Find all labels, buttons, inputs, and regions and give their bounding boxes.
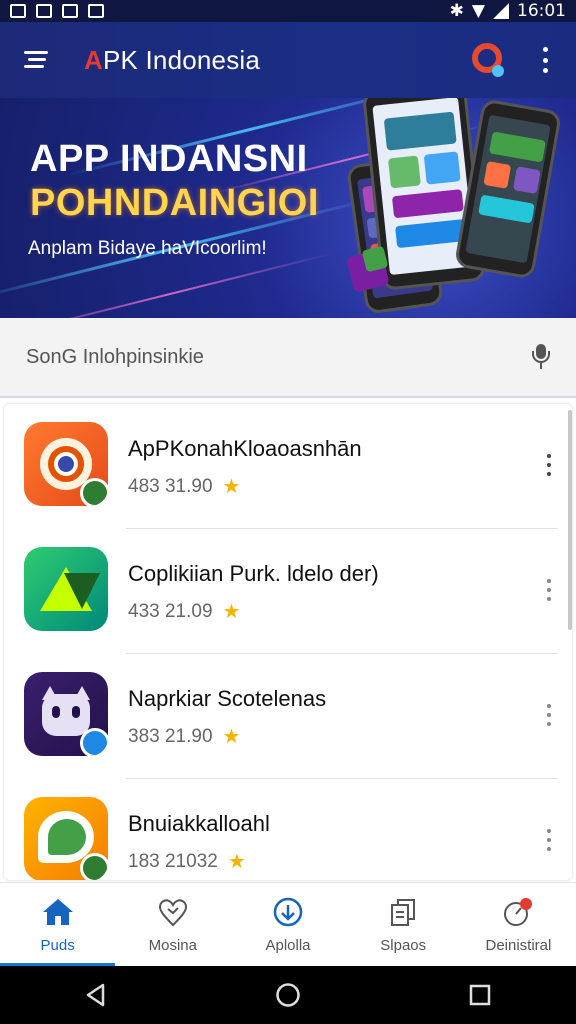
banner-headline-secondary: POHNDAINGIOI	[30, 182, 319, 224]
item-overflow-icon[interactable]	[546, 454, 552, 476]
gallery-notification-icon	[10, 4, 26, 18]
nav-item-home[interactable]: Puds	[0, 883, 116, 966]
copy-icon	[391, 899, 416, 926]
app-rating: 433 21.09 ★	[128, 600, 241, 624]
location-heart-icon	[158, 899, 187, 927]
app-rating: 183 21032 ★	[128, 850, 246, 874]
nav-item-mosina[interactable]: Mosina	[115, 883, 230, 966]
nav-label: Slpaos	[380, 937, 427, 954]
status-bar: ✱ ▼ 16:01	[0, 0, 576, 22]
list-scrollbar[interactable]	[568, 410, 572, 630]
media-notification-icon	[62, 4, 78, 18]
menu-icon[interactable]	[24, 49, 52, 71]
nav-label: Puds	[40, 937, 75, 954]
wifi-icon: ▼	[471, 1, 485, 21]
back-icon[interactable]	[83, 982, 109, 1008]
bottom-navigation: Puds Mosina Aplolla Slpaos Deinistiral	[0, 882, 576, 966]
list-item[interactable]: Bnuiakkalloahl 183 21032 ★	[4, 779, 564, 880]
nav-label: Deinistiral	[485, 937, 552, 954]
home-icon	[42, 899, 73, 925]
chrome-like-app-icon	[24, 422, 108, 506]
notification-compass-icon	[504, 898, 533, 926]
app-bar: APK Indonesia	[0, 22, 576, 98]
green-triangle-app-icon	[24, 547, 108, 631]
bluetooth-icon: ✱	[449, 1, 464, 21]
nav-item-aplolla[interactable]: Aplolla	[230, 883, 345, 966]
status-time: 16:01	[517, 1, 566, 21]
item-overflow-icon[interactable]	[546, 829, 552, 851]
app-list: ApPKonahKloaoasnhān 483 31.90 ★ Coplikiia…	[4, 404, 572, 880]
home-button-icon[interactable]	[275, 982, 301, 1008]
nav-item-deinistiral[interactable]: Deinistiral	[461, 883, 576, 966]
item-overflow-icon[interactable]	[546, 704, 552, 726]
star-icon: ★	[222, 476, 241, 498]
nav-item-slpaos[interactable]: Slpaos	[346, 883, 461, 966]
app-name: Coplikiian Purk. ldelo der)	[128, 561, 379, 586]
banner-subtitle: Anplam Bidaye haVIcoorlim!	[28, 238, 267, 259]
star-icon: ★	[227, 851, 246, 873]
nav-label: Aplolla	[265, 937, 311, 954]
promo-banner[interactable]: APP INDANSNI POHNDAINGIOI Anplam Bidaye …	[0, 98, 576, 318]
app-title: APK Indonesia	[84, 44, 261, 75]
item-overflow-icon[interactable]	[546, 579, 552, 601]
signal-icon	[493, 3, 509, 19]
star-icon: ★	[222, 601, 241, 623]
recents-icon[interactable]	[467, 982, 493, 1008]
search-input[interactable]: SonG Inlohpinsinkie	[26, 346, 204, 369]
orange-green-app-icon	[24, 797, 108, 880]
app-rating: 383 21.90 ★	[128, 725, 241, 749]
photo-notification-icon	[36, 4, 52, 18]
purple-cat-app-icon	[24, 672, 108, 756]
list-item[interactable]: Naprkiar Scotelenas 383 21.90 ★	[4, 654, 564, 779]
microphone-icon[interactable]	[532, 344, 550, 370]
search-icon[interactable]	[472, 43, 506, 77]
app-name: Naprkiar Scotelenas	[128, 686, 327, 711]
nav-label: Mosina	[148, 937, 197, 954]
list-item[interactable]: ApPKonahKloaoasnhān 483 31.90 ★	[4, 404, 564, 529]
overflow-menu-icon[interactable]	[542, 47, 548, 73]
system-navigation-bar	[0, 966, 576, 1024]
list-item[interactable]: Coplikiian Purk. ldelo der) 433 21.09 ★	[4, 529, 564, 654]
banner-headline: APP INDANSNI	[30, 138, 308, 180]
app-rating: 483 31.90 ★	[128, 475, 241, 499]
app-name: Bnuiakkalloahl	[128, 811, 270, 836]
star-icon: ★	[222, 726, 241, 748]
app-name: ApPKonahKloaoasnhān	[128, 436, 362, 461]
search-bar[interactable]: SonG Inlohpinsinkie	[0, 318, 576, 398]
chat-notification-icon	[88, 4, 104, 18]
download-icon	[273, 897, 303, 927]
